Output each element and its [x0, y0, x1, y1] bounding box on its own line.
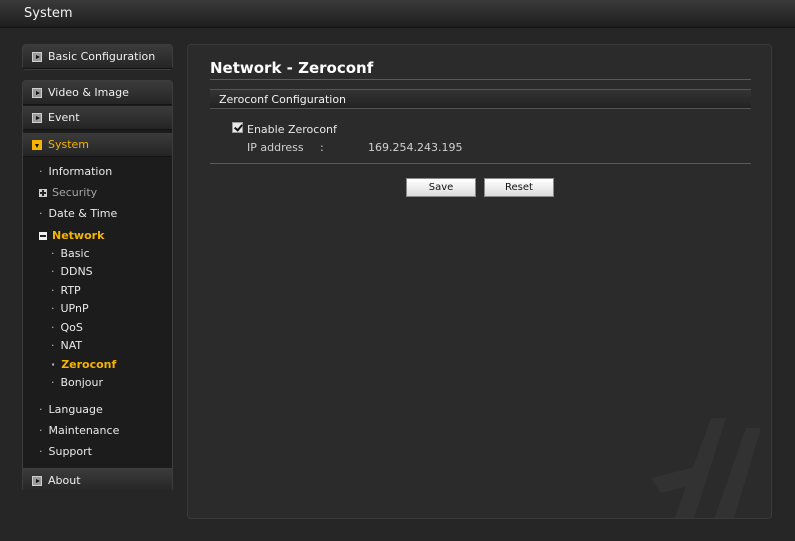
arrow-down-icon — [32, 140, 42, 150]
section-title: Zeroconf Configuration — [219, 93, 347, 106]
sidebar-item-network-upnp[interactable]: · UPnP — [51, 302, 89, 315]
sidebar-item-network-zeroconf[interactable]: · Zeroconf — [51, 358, 116, 371]
sidebar-item-language[interactable]: · Language — [39, 403, 103, 416]
sidebar-item-network-qos[interactable]: · QoS — [51, 321, 83, 334]
nav-label: Information — [48, 165, 113, 178]
nav-label: Date & Time — [48, 207, 118, 220]
content-panel: Network - Zeroconf Zeroconf Configuratio… — [187, 44, 772, 519]
divider — [210, 163, 751, 164]
title-bar: System — [0, 0, 795, 28]
nav-label: Bonjour — [60, 376, 104, 389]
sidebar-item-label: Event — [48, 111, 80, 124]
reset-button[interactable]: Reset — [484, 178, 554, 197]
nav-label: Zeroconf — [61, 358, 117, 371]
sidebar-item-network-bonjour[interactable]: · Bonjour — [51, 376, 103, 389]
nav-label: DDNS — [60, 265, 93, 278]
ip-address-value: 169.254.243.195 — [368, 141, 463, 154]
sidebar-item-support[interactable]: · Support — [39, 445, 92, 458]
sidebar-item-label: System — [48, 138, 90, 151]
expand-icon — [39, 189, 47, 197]
collapse-icon — [39, 232, 47, 240]
sidebar-item-date-time[interactable]: · Date & Time — [39, 207, 117, 220]
window-title: System — [24, 6, 73, 21]
enable-zeroconf-checkbox[interactable] — [232, 122, 243, 133]
sidebar-item-information[interactable]: · Information — [39, 165, 112, 178]
sidebar-item-event[interactable]: Event — [23, 106, 172, 130]
brand-watermark-icon — [651, 418, 761, 518]
sidebar-item-network-basic[interactable]: · Basic — [51, 247, 90, 260]
sidebar-item-basic-configuration[interactable]: Basic Configuration — [23, 45, 172, 69]
nav-label: Security — [52, 186, 98, 199]
nav-label: UPnP — [60, 302, 89, 315]
arrow-right-icon — [32, 52, 42, 62]
nav-label: Support — [48, 445, 92, 458]
arrow-right-icon — [32, 476, 42, 486]
arrow-right-icon — [32, 113, 42, 123]
nav-label: Maintenance — [48, 424, 120, 437]
sidebar-item-network-ddns[interactable]: · DDNS — [51, 265, 93, 278]
sidebar-item-maintenance[interactable]: · Maintenance — [39, 424, 119, 437]
sidebar-basic-box: Basic Configuration — [22, 44, 173, 70]
sidebar-item-system[interactable]: System — [23, 133, 172, 157]
save-button[interactable]: Save — [406, 178, 476, 197]
sidebar-item-label: Video & Image — [48, 86, 129, 99]
sidebar-item-label: About — [48, 474, 81, 487]
ip-address-label: IP address — [247, 141, 304, 154]
ip-address-separator: : — [320, 141, 324, 154]
sidebar-item-label: Basic Configuration — [48, 50, 156, 63]
sidebar-item-network[interactable]: Network — [39, 229, 104, 242]
page-title: Network - Zeroconf — [210, 59, 374, 77]
sidebar-item-about[interactable]: About — [23, 468, 172, 492]
enable-zeroconf-label: Enable Zeroconf — [247, 123, 337, 136]
nav-label: NAT — [60, 339, 83, 352]
sidebar-item-video-image[interactable]: Video & Image — [23, 81, 172, 105]
nav-label: Basic — [60, 247, 90, 260]
nav-label: Language — [48, 403, 103, 416]
nav-label: QoS — [60, 321, 83, 334]
divider — [210, 79, 751, 80]
sidebar-menu: Video & Image Event System · Information … — [22, 80, 173, 492]
section-header: Zeroconf Configuration — [210, 89, 751, 109]
nav-label: RTP — [60, 284, 81, 297]
sidebar-item-network-nat[interactable]: · NAT — [51, 339, 82, 352]
sidebar-item-network-rtp[interactable]: · RTP — [51, 284, 81, 297]
sidebar-item-security[interactable]: Security — [39, 186, 97, 199]
nav-label: Network — [52, 229, 105, 242]
arrow-right-icon — [32, 88, 42, 98]
